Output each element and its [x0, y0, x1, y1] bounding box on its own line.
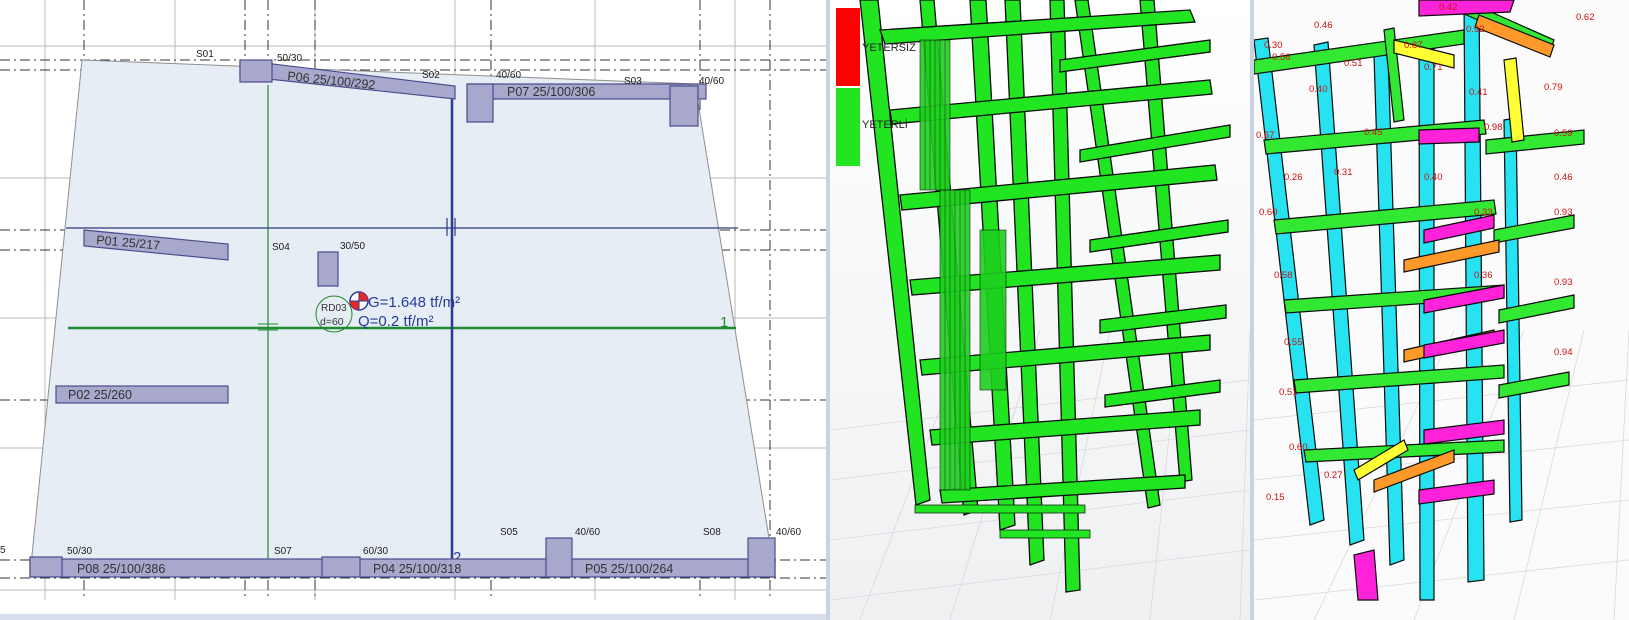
- ratio-3d-canvas[interactable]: 0.30 0.46 0.42 0.62 0.56 0.87 0.92 0.51 0.40 0.71…: [1254, 0, 1629, 620]
- beam-p07-label: P07 25/100/306: [507, 85, 595, 99]
- beam-p02-label: P02 25/260: [68, 388, 132, 402]
- ratio-label: 0.98: [1484, 122, 1503, 133]
- ratio-label: 0.33: [1474, 207, 1493, 218]
- column-label-s01: S01: [196, 49, 214, 60]
- ratio-label: 0.45: [1364, 127, 1383, 138]
- dim-label-40-60-bot-b: 40/60: [776, 527, 801, 538]
- axis-1-label: 1: [720, 314, 728, 331]
- plan-canvas[interactable]: 1 2 P06 25/100/292 P07 25/100/306 P01 25…: [0, 0, 826, 620]
- column-label-s07: S07: [274, 546, 292, 557]
- column-label-s04: S04: [272, 242, 290, 253]
- dim-label-40-60-top-b: 40/60: [699, 76, 724, 87]
- ratio-label: 0.46: [1314, 20, 1333, 31]
- ratio-label: 0.67: [1256, 130, 1275, 141]
- ratio-label: 0.40: [1424, 172, 1443, 183]
- ratio-label: 0.41: [1469, 87, 1488, 98]
- dim-label-40-60-top-a: 40/60: [496, 70, 521, 81]
- column-s05[interactable]: [545, 537, 573, 578]
- slab-thickness-label: d=60: [320, 316, 344, 328]
- ratio-label: 0.36: [1474, 270, 1493, 281]
- ratio-label: 0.60: [1289, 442, 1308, 453]
- design-check-view-panel[interactable]: YETERSİZ YETERLİ: [830, 0, 1250, 620]
- dim-label-50-30-top: 50/30: [277, 53, 302, 64]
- column-label-edge: 5: [0, 545, 6, 556]
- beam-p08-label: P08 25/100/386: [77, 562, 165, 576]
- ratio-label: 0.56: [1272, 52, 1291, 63]
- ratio-label: 0.42: [1439, 2, 1458, 13]
- ratio-label: 0.55: [1284, 337, 1303, 348]
- column-s01[interactable]: [239, 59, 273, 83]
- column-s07[interactable]: [321, 556, 361, 578]
- legend-insufficient-swatch: [836, 8, 860, 86]
- column-label-s03: S03: [624, 76, 642, 87]
- ratio-label: 0.87: [1404, 40, 1423, 51]
- column-s02[interactable]: [466, 83, 494, 123]
- beam-p04-label: P04 25/100/318: [373, 562, 461, 576]
- load-symbol-icon: [349, 291, 369, 311]
- ratio-label: 0.60: [1259, 207, 1278, 218]
- ratio-label: 0.59: [1554, 128, 1573, 139]
- column-s04[interactable]: [317, 251, 339, 287]
- column-s08[interactable]: [747, 537, 776, 578]
- ratio-label: 0.51: [1279, 387, 1298, 398]
- ratio-label: 0.15: [1266, 492, 1285, 503]
- column-label-s02: S02: [422, 70, 440, 81]
- dim-label-40-60-bot-a: 40/60: [575, 527, 600, 538]
- slab-id-label: RD03: [321, 303, 347, 314]
- plan-view-panel[interactable]: 1 2 P06 25/100/292 P07 25/100/306 P01 25…: [0, 0, 826, 620]
- design-legend: YETERSİZ YETERLİ: [836, 8, 956, 168]
- beam-p05-label: P05 25/100/264: [585, 562, 673, 576]
- ratio-label: 0.46: [1554, 172, 1573, 183]
- ratio-label: 0.71: [1424, 62, 1443, 73]
- legend-sufficient-label: YETERLİ: [862, 119, 908, 131]
- column-label-s05: S05: [500, 527, 518, 538]
- legend-sufficient-swatch: [836, 88, 860, 166]
- plan-status-strip: [0, 614, 826, 620]
- ratio-label: 0.26: [1284, 172, 1303, 183]
- column-s03[interactable]: [669, 85, 699, 127]
- ratio-label: 0.93: [1554, 277, 1573, 288]
- dim-label-50-30-bot: 50/30: [67, 546, 92, 557]
- ratio-label: 0.31: [1334, 167, 1353, 178]
- ratio-label: 0.51: [1344, 58, 1363, 69]
- column-label-s08: S08: [703, 527, 721, 538]
- legend-insufficient-label: YETERSİZ: [862, 42, 916, 54]
- ratio-label: 0.58: [1274, 270, 1293, 281]
- ratio-label: 0.92: [1466, 24, 1485, 35]
- dim-label-60-30: 60/30: [363, 546, 388, 557]
- ratio-view-panel[interactable]: 0.30 0.46 0.42 0.62 0.56 0.87 0.92 0.51 0.40 0.71…: [1254, 0, 1629, 620]
- ratio-label: 0.30: [1264, 40, 1283, 51]
- load-g-label: G=1.648 tf/m²: [368, 294, 460, 311]
- ratio-label: 0.27: [1324, 470, 1343, 481]
- column-s06[interactable]: [29, 556, 63, 578]
- ratio-label: 0.94: [1554, 347, 1573, 358]
- ratio-label: 0.79: [1544, 82, 1563, 93]
- dim-label-30-50: 30/50: [340, 241, 365, 252]
- ratio-label: 0.40: [1309, 84, 1328, 95]
- ratio-label: 0.62: [1576, 12, 1595, 23]
- load-q-label: Q=0.2 tf/m²: [358, 313, 433, 330]
- ratio-label: 0.93: [1554, 207, 1573, 218]
